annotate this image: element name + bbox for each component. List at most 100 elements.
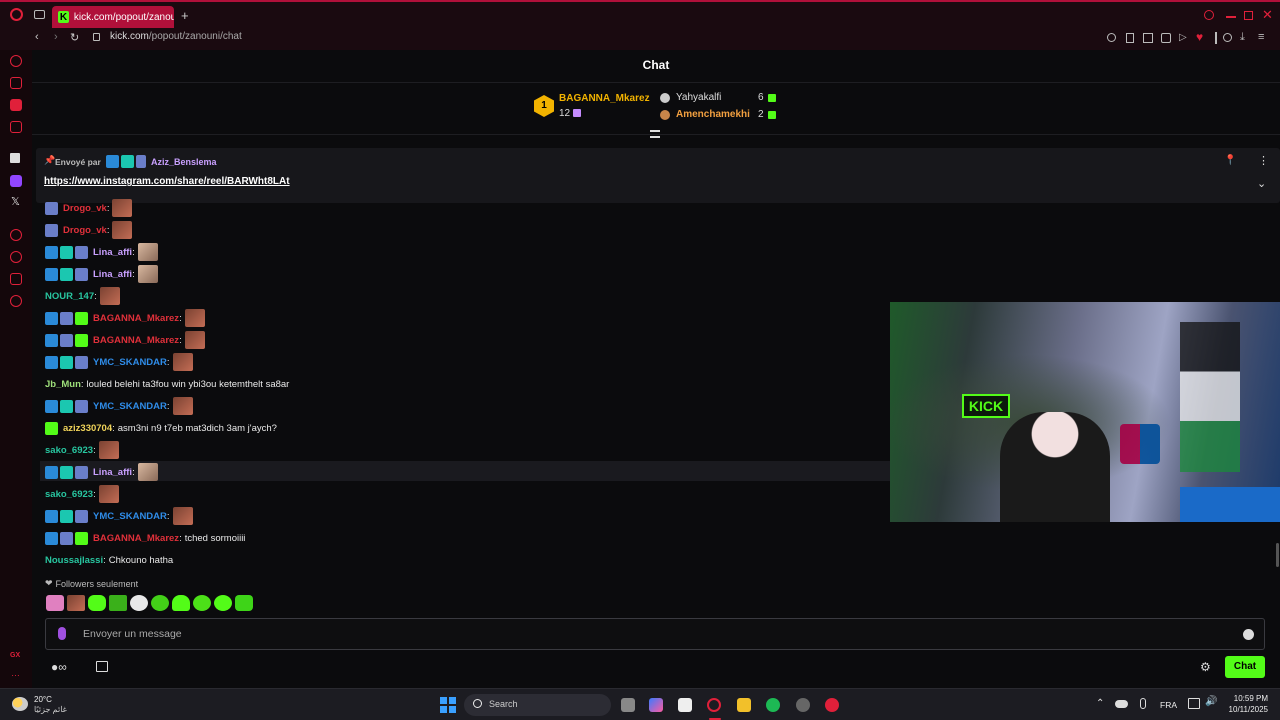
emote-icon[interactable] [184, 331, 205, 349]
badge-icon[interactable] [75, 333, 88, 347]
snapshot-icon[interactable] [1143, 33, 1153, 43]
chat-username[interactable]: Drogo_vk [63, 203, 107, 214]
chat-username[interactable]: Drogo_vk [63, 225, 107, 236]
badge-icon[interactable] [45, 355, 58, 369]
badge-icon[interactable] [45, 421, 58, 435]
emote-icon[interactable] [98, 485, 119, 503]
chat-username[interactable]: NOUR_147 [45, 291, 94, 302]
pinned-author[interactable]: Aziz_Benslema [151, 157, 217, 167]
emote-icon[interactable] [112, 199, 133, 217]
emote-icon[interactable] [112, 221, 133, 239]
badge-icon[interactable] [45, 333, 58, 347]
new-tab-button[interactable]: + [181, 8, 189, 23]
file-explorer-icon[interactable] [737, 698, 751, 712]
app-icon[interactable] [796, 698, 810, 712]
tray-chevron-icon[interactable]: ⌃ [1096, 698, 1104, 709]
emote-icon[interactable] [137, 265, 158, 283]
emote-icon[interactable] [151, 595, 169, 611]
badge-icon[interactable] [60, 399, 73, 413]
emote-icon[interactable] [172, 397, 193, 415]
chat-username[interactable]: BAGANNA_Mkarez [93, 313, 179, 324]
chat-username[interactable]: YMC_SKANDAR [93, 357, 167, 368]
opera-taskbar-icon[interactable] [707, 698, 721, 712]
badge-icon[interactable] [75, 531, 88, 545]
player-icon[interactable] [10, 229, 22, 241]
onedrive-icon[interactable] [1115, 700, 1128, 708]
chat-username[interactable]: Lina_affi [93, 467, 132, 478]
heart-icon[interactable]: ♥ [1196, 30, 1203, 44]
windows-start-icon[interactable] [440, 697, 456, 713]
emote-icon[interactable] [172, 353, 193, 371]
chat-username[interactable]: sako_6923 [45, 445, 93, 456]
store-icon[interactable] [96, 661, 108, 672]
emote-icon[interactable] [172, 507, 193, 525]
emote-icon[interactable] [46, 595, 64, 611]
badge-icon[interactable] [60, 333, 73, 347]
extensions-icon[interactable] [10, 273, 22, 285]
chat-username[interactable]: BAGANNA_Mkarez [93, 335, 179, 346]
easy-files-icon[interactable]: ▷ [1179, 32, 1187, 43]
clock-time[interactable]: 10:59 PM [1228, 694, 1268, 703]
chat-username[interactable]: Noussajlassi [45, 555, 103, 566]
emote-icon[interactable] [235, 595, 253, 611]
aria-icon[interactable] [10, 55, 22, 67]
shopping-icon[interactable] [10, 77, 22, 89]
twitch-icon[interactable] [10, 175, 22, 187]
clock-date[interactable]: 10/11/2025 [1220, 705, 1268, 714]
gmail-icon[interactable] [10, 121, 22, 133]
chat-username[interactable]: YMC_SKANDAR [93, 511, 167, 522]
emote-icon[interactable] [109, 595, 127, 611]
badge-icon[interactable] [60, 245, 73, 259]
badge-icon[interactable] [45, 465, 58, 479]
emote-icon[interactable] [99, 287, 120, 305]
url-field[interactable]: kick.com/popout/zanouni/chat [110, 31, 242, 42]
badge-icon[interactable] [45, 201, 58, 215]
settings-icon[interactable] [10, 295, 22, 307]
profile-icon[interactable] [1223, 33, 1232, 42]
emote-icon[interactable] [193, 595, 211, 611]
chat-username[interactable]: YMC_SKANDAR [93, 401, 167, 412]
badge-icon[interactable] [75, 465, 88, 479]
pin-toggle-icon[interactable]: 📍 [1224, 155, 1236, 166]
expand-pinned-icon[interactable]: ⌄ [1257, 177, 1266, 190]
task-view-icon[interactable] [621, 698, 635, 712]
search-tabs-icon[interactable] [1204, 10, 1214, 20]
chat-username[interactable]: aziz330704 [63, 423, 112, 434]
copilot-icon[interactable] [649, 698, 663, 712]
pinned-link[interactable]: https://www.instagram.com/share/reel/BAR… [44, 176, 290, 187]
close-window-button[interactable]: ✕ [1262, 7, 1273, 23]
sidebar-more-icon[interactable]: … [11, 668, 20, 678]
microphone-tray-icon[interactable] [1140, 698, 1146, 709]
app-red-icon[interactable] [825, 698, 839, 712]
badge-icon[interactable] [75, 267, 88, 281]
taskbar-search-box[interactable]: Search [464, 694, 611, 716]
badge-icon[interactable] [60, 267, 73, 281]
collapse-leaderboard-icon[interactable] [650, 130, 660, 138]
menu-icon[interactable]: ≡ [1258, 31, 1264, 43]
emote-icon[interactable] [137, 463, 158, 481]
message-input-box[interactable]: Envoyer un message [45, 618, 1265, 650]
send-chat-button[interactable]: Chat [1225, 656, 1265, 678]
badge-icon[interactable] [75, 311, 88, 325]
emote-icon[interactable] [98, 441, 119, 459]
badge-icon[interactable] [45, 245, 58, 259]
chat-icon[interactable] [10, 99, 22, 111]
emote-icon[interactable] [130, 595, 148, 611]
badge-icon[interactable] [75, 245, 88, 259]
chat-username[interactable]: BAGANNA_Mkarez [93, 533, 179, 544]
badge-icon[interactable] [45, 399, 58, 413]
badge-icon[interactable] [45, 223, 58, 237]
chat-settings-icon[interactable]: ⚙ [1200, 660, 1211, 674]
bookmarks-icon[interactable] [1215, 32, 1217, 44]
chat-username[interactable]: Lina_affi [93, 247, 132, 258]
zoom-icon[interactable] [1107, 33, 1116, 42]
emoji-picker-icon[interactable] [1243, 629, 1254, 640]
badge-icon[interactable] [45, 509, 58, 523]
language-indicator[interactable]: FRA [1160, 700, 1177, 710]
spotify-icon[interactable] [766, 698, 780, 712]
maximize-button[interactable] [1244, 11, 1253, 20]
x-twitter-icon[interactable]: 𝕏 [11, 195, 20, 208]
browser-tab[interactable]: K kick.com/popout/zanouni [52, 6, 174, 28]
leader-second-name[interactable]: Yahyakalfi [676, 92, 721, 103]
emote-icon[interactable] [67, 595, 85, 611]
